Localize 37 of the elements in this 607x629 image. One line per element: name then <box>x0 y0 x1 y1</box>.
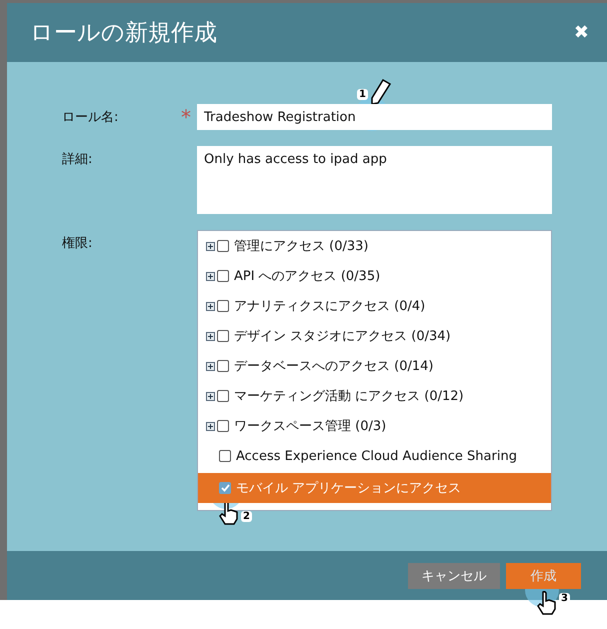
checkbox[interactable] <box>217 360 229 372</box>
checkbox[interactable] <box>217 420 229 432</box>
expand-icon[interactable] <box>206 332 215 340</box>
permission-item[interactable]: デザイン スタジオにアクセス (0/34) <box>198 321 551 351</box>
field-label: 権限: <box>61 235 94 253</box>
expand-icon[interactable] <box>206 302 215 310</box>
cancel-button[interactable]: キャンセル <box>408 562 500 588</box>
field-label: ロール名: <box>61 109 120 127</box>
hand-cursor-icon <box>537 591 557 615</box>
step-number: 3 <box>559 593 570 604</box>
permission-item[interactable]: Access Experience Cloud Audience Sharing <box>198 441 551 471</box>
checkbox[interactable] <box>217 330 229 342</box>
permission-item[interactable]: アナリティクスにアクセス (0/4) <box>198 291 551 321</box>
step-number: 2 <box>241 511 252 522</box>
field-label: 詳細: <box>61 151 94 169</box>
checkbox[interactable] <box>219 450 231 462</box>
pencil-icon <box>369 79 391 105</box>
checkbox[interactable] <box>217 300 229 312</box>
checkbox[interactable] <box>217 240 229 252</box>
permission-item[interactable]: データベースへのアクセス (0/14) <box>198 351 551 381</box>
required-mark: * <box>180 104 192 128</box>
permission-item[interactable]: API へのアクセス (0/35) <box>198 261 551 291</box>
expand-icon[interactable] <box>206 242 215 250</box>
expand-icon[interactable] <box>206 422 215 430</box>
close-button[interactable]: ✖ <box>574 22 589 43</box>
checkbox[interactable] <box>219 482 231 494</box>
expand-icon[interactable] <box>206 362 215 370</box>
expand-icon[interactable] <box>206 272 215 280</box>
permission-item[interactable]: ワークスペース管理 (0/3) <box>198 411 551 441</box>
checkbox[interactable] <box>217 390 229 402</box>
expand-icon[interactable] <box>206 392 215 400</box>
permission-item[interactable]: マーケティング活動 にアクセス (0/12) <box>198 381 551 411</box>
permission-item[interactable]: 管理にアクセス (0/33) <box>198 231 551 261</box>
dialog-title: ロールの新規作成 <box>30 19 217 48</box>
details-field[interactable]: Only has access to ipad app <box>197 146 552 214</box>
step-number: 1 <box>357 89 368 100</box>
checkbox[interactable] <box>217 270 229 282</box>
